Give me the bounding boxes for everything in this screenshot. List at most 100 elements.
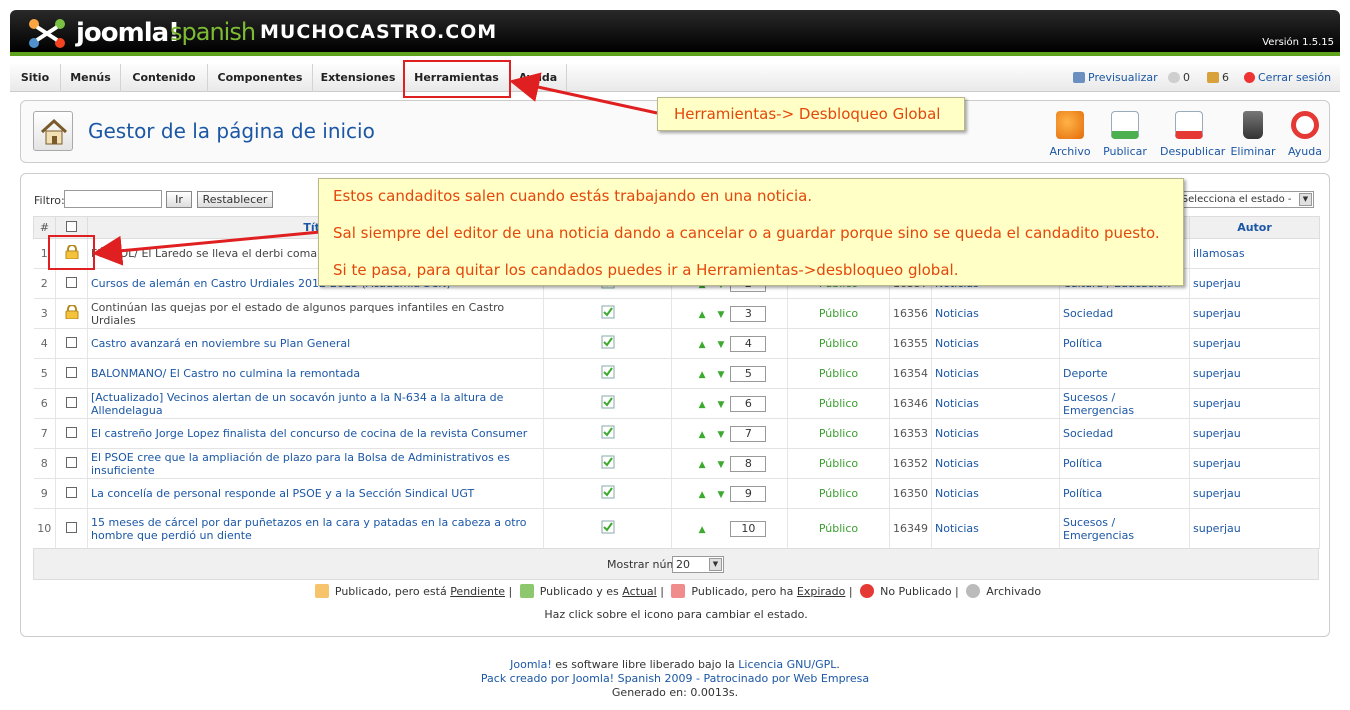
row-checkbox[interactable] bbox=[66, 486, 77, 498]
row-checkbox[interactable] bbox=[66, 426, 77, 438]
menu-ayuda[interactable]: Ayuda bbox=[510, 64, 567, 92]
users-indicator[interactable]: 6 bbox=[1207, 64, 1229, 92]
order-input[interactable]: 3 bbox=[730, 305, 767, 322]
lock-icon[interactable] bbox=[64, 305, 80, 319]
published-current-icon[interactable] bbox=[601, 425, 615, 439]
row-published[interactable] bbox=[543, 358, 672, 389]
help-button[interactable]: Ayuda bbox=[1276, 111, 1334, 158]
col-author[interactable]: Autor bbox=[1189, 216, 1320, 239]
row-title[interactable]: El PSOE cree que la ampliación de plazo … bbox=[87, 448, 544, 479]
row-category[interactable]: Política bbox=[1059, 478, 1190, 509]
row-checkbox[interactable] bbox=[66, 336, 77, 348]
published-current-icon[interactable] bbox=[601, 520, 615, 534]
select-all-checkbox[interactable] bbox=[66, 220, 77, 232]
row-category[interactable]: Sociedad bbox=[1059, 418, 1190, 449]
row-published[interactable] bbox=[543, 388, 672, 419]
license-link[interactable]: Licencia GNU/GPL bbox=[738, 658, 836, 671]
row-select[interactable] bbox=[55, 508, 88, 549]
move-up-icon[interactable]: ▲ bbox=[699, 340, 706, 350]
filter-reset-button[interactable]: Restablecer bbox=[197, 191, 273, 208]
order-input[interactable]: 10 bbox=[730, 520, 767, 537]
row-title[interactable]: Castro avanzará en noviembre su Plan Gen… bbox=[87, 328, 544, 359]
row-access[interactable]: Público bbox=[787, 448, 890, 479]
row-author[interactable]: superjau bbox=[1189, 388, 1320, 419]
move-up-icon[interactable]: ▲ bbox=[699, 370, 706, 380]
menu-contenido[interactable]: Contenido bbox=[121, 64, 208, 92]
row-section[interactable]: Noticias bbox=[931, 358, 1060, 389]
row-category[interactable]: Política bbox=[1059, 328, 1190, 359]
row-section[interactable]: Noticias bbox=[931, 418, 1060, 449]
row-access[interactable]: Público bbox=[787, 358, 890, 389]
row-access[interactable]: Público bbox=[787, 388, 890, 419]
order-input[interactable]: 5 bbox=[730, 365, 767, 382]
pack-credit-link[interactable]: Pack creado por Joomla! Spanish 2009 - P… bbox=[0, 672, 1350, 686]
messages-indicator[interactable]: 0 bbox=[1168, 64, 1190, 92]
published-current-icon[interactable] bbox=[601, 485, 615, 499]
move-down-icon[interactable]: ▼ bbox=[718, 460, 725, 470]
filter-go-button[interactable]: Ir bbox=[166, 191, 192, 208]
move-down-icon[interactable]: ▼ bbox=[718, 490, 725, 500]
row-select[interactable] bbox=[55, 478, 88, 509]
move-down-icon[interactable]: ▼ bbox=[718, 400, 725, 410]
delete-button[interactable]: Eliminar bbox=[1224, 111, 1282, 158]
publish-button[interactable]: Publicar bbox=[1096, 111, 1154, 158]
row-author[interactable]: superjau bbox=[1189, 328, 1320, 359]
row-author[interactable]: superjau bbox=[1189, 448, 1320, 479]
row-select[interactable] bbox=[55, 298, 88, 329]
row-category[interactable]: Sociedad bbox=[1059, 298, 1190, 329]
row-section[interactable]: Noticias bbox=[931, 328, 1060, 359]
menu-componentes[interactable]: Componentes bbox=[208, 64, 313, 92]
row-checkbox[interactable] bbox=[66, 456, 77, 468]
move-up-icon[interactable]: ▲ bbox=[699, 525, 706, 535]
row-category[interactable]: Sucesos / Emergencias bbox=[1059, 508, 1190, 549]
row-author[interactable]: superjau bbox=[1189, 478, 1320, 509]
move-down-icon[interactable]: ▼ bbox=[718, 430, 725, 440]
row-section[interactable]: Noticias bbox=[931, 448, 1060, 479]
row-section[interactable]: Noticias bbox=[931, 478, 1060, 509]
row-section[interactable]: Noticias bbox=[931, 298, 1060, 329]
row-author[interactable]: superjau bbox=[1189, 358, 1320, 389]
order-input[interactable]: 4 bbox=[730, 335, 767, 352]
published-current-icon[interactable] bbox=[601, 395, 615, 409]
row-published[interactable] bbox=[543, 298, 672, 329]
row-section[interactable]: Noticias bbox=[931, 388, 1060, 419]
order-input[interactable]: 6 bbox=[730, 395, 767, 412]
row-checkbox[interactable] bbox=[66, 276, 77, 288]
move-up-icon[interactable]: ▲ bbox=[699, 430, 706, 440]
unpublish-button[interactable]: Despublicar bbox=[1160, 111, 1225, 158]
row-checkbox[interactable] bbox=[66, 366, 77, 378]
move-down-icon[interactable]: ▼ bbox=[718, 370, 725, 380]
row-author[interactable]: superjau bbox=[1189, 418, 1320, 449]
row-access[interactable]: Público bbox=[787, 328, 890, 359]
order-input[interactable]: 8 bbox=[730, 455, 767, 472]
row-title[interactable]: BALONMANO/ El Castro no culmina la remon… bbox=[87, 358, 544, 389]
row-published[interactable] bbox=[543, 478, 672, 509]
row-select[interactable] bbox=[55, 358, 88, 389]
move-up-icon[interactable]: ▲ bbox=[699, 310, 706, 320]
move-down-icon[interactable]: ▼ bbox=[718, 340, 725, 350]
row-access[interactable]: Público bbox=[787, 298, 890, 329]
display-num-select[interactable]: 20 ▼ bbox=[672, 556, 724, 573]
row-published[interactable] bbox=[543, 448, 672, 479]
row-checkbox[interactable] bbox=[66, 521, 77, 533]
row-published[interactable] bbox=[543, 508, 672, 549]
row-access[interactable]: Público bbox=[787, 478, 890, 509]
row-access[interactable]: Público bbox=[787, 508, 890, 549]
order-input[interactable]: 7 bbox=[730, 425, 767, 442]
row-category[interactable]: Política bbox=[1059, 448, 1190, 479]
joomla-link[interactable]: Joomla! bbox=[510, 658, 552, 671]
row-select[interactable] bbox=[55, 418, 88, 449]
published-current-icon[interactable] bbox=[601, 455, 615, 469]
row-author[interactable]: superjau bbox=[1189, 508, 1320, 549]
state-filter-select[interactable]: - Selecciona el estado - ▼ bbox=[1170, 191, 1314, 208]
move-up-icon[interactable]: ▲ bbox=[699, 400, 706, 410]
menu-sitio[interactable]: Sitio bbox=[10, 64, 61, 92]
filter-input[interactable] bbox=[64, 190, 162, 208]
row-category[interactable]: Deporte bbox=[1059, 358, 1190, 389]
row-select[interactable] bbox=[55, 448, 88, 479]
row-published[interactable] bbox=[543, 328, 672, 359]
row-select[interactable] bbox=[55, 388, 88, 419]
published-current-icon[interactable] bbox=[601, 335, 615, 349]
logout-link[interactable]: Cerrar sesión bbox=[1244, 64, 1331, 92]
menu-menus[interactable]: Menús bbox=[61, 64, 121, 92]
